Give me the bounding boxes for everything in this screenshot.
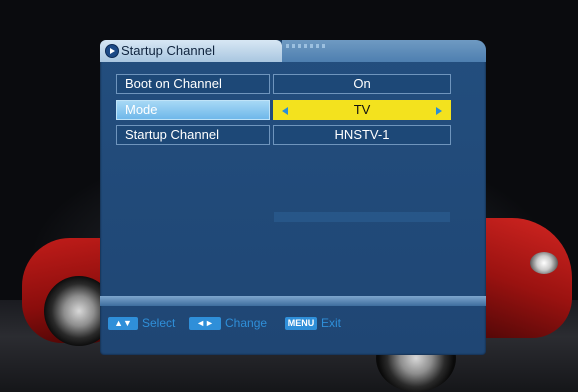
title-decoration [286, 44, 326, 48]
setting-value[interactable]: On [273, 74, 451, 94]
up-down-key-icon: ▲▼ [108, 317, 138, 330]
empty-list-bar [274, 212, 450, 222]
setting-value[interactable]: HNSTV-1 [273, 125, 451, 145]
menu-key-icon: MENU [285, 317, 317, 330]
setting-row-startup-channel[interactable]: Startup Channel HNSTV-1 [116, 125, 451, 145]
setting-label: Mode [116, 100, 270, 120]
setting-row-boot-on-channel[interactable]: Boot on Channel On [116, 74, 451, 94]
setting-value: TV [353, 102, 371, 117]
left-right-key-icon: ◄► [189, 317, 221, 330]
change-hint: Change [225, 316, 268, 330]
help-bar: ▲▼ Select ◄► Change MENU Exit [100, 306, 486, 340]
setting-row-mode[interactable]: Mode TV [116, 100, 451, 120]
setting-label: Startup Channel [116, 125, 270, 145]
car-headlight [530, 252, 558, 274]
footer-divider [100, 296, 486, 306]
setting-label: Boot on Channel [116, 74, 270, 94]
exit-hint: Exit [321, 316, 342, 330]
window-title: Startup Channel [121, 43, 215, 58]
play-icon [105, 44, 119, 58]
setting-value-selector[interactable]: TV [273, 100, 451, 120]
select-hint: Select [142, 316, 176, 330]
arrow-left-icon[interactable] [282, 107, 288, 115]
arrow-right-icon[interactable] [436, 107, 442, 115]
